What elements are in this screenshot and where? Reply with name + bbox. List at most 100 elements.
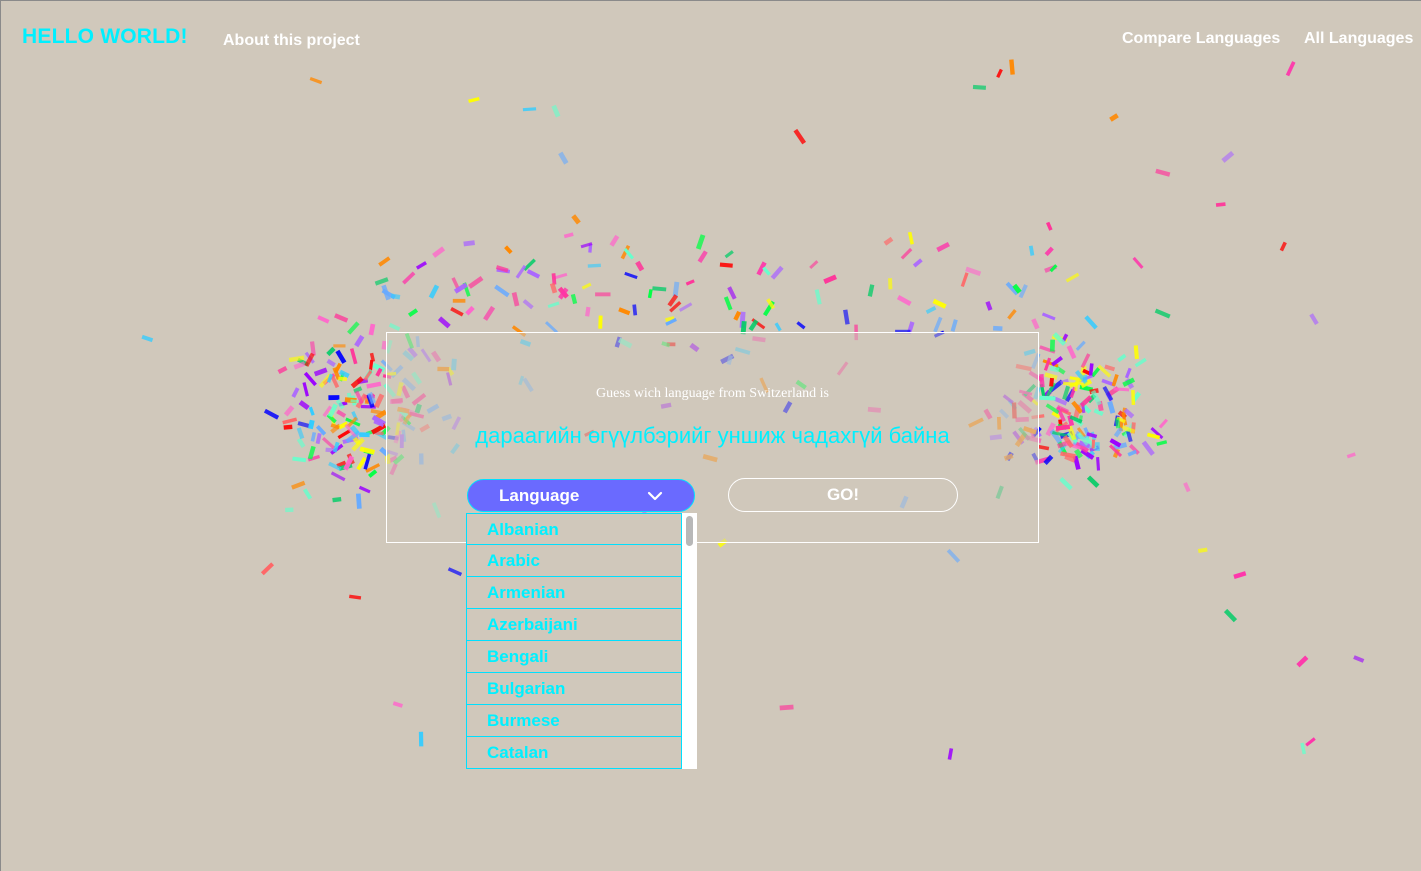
confetti-piece (1088, 363, 1094, 376)
confetti-piece (1080, 353, 1091, 369)
language-option-catalan[interactable]: Catalan (466, 737, 682, 769)
language-option-arabic[interactable]: Arabic (466, 545, 682, 577)
confetti-piece (332, 496, 342, 503)
chevron-down-icon (647, 491, 663, 501)
language-option-albanian[interactable]: Albanian (466, 513, 682, 545)
confetti-piece (338, 421, 349, 430)
confetti-piece (1049, 365, 1060, 373)
confetti-piece (522, 299, 534, 310)
confetti-piece (665, 316, 675, 322)
confetti-piece (623, 247, 635, 260)
confetti-piece (1069, 386, 1077, 399)
confetti-piece (563, 232, 574, 239)
scrollbar-thumb[interactable] (686, 516, 693, 546)
confetti-piece (366, 393, 375, 408)
confetti-piece (522, 107, 537, 112)
confetti-piece (553, 272, 568, 280)
confetti-piece (322, 373, 336, 386)
confetti-piece (365, 427, 381, 436)
confetti-piece (748, 319, 759, 332)
confetti-piece (1074, 434, 1090, 441)
confetti-piece (1113, 426, 1124, 438)
confetti-piece (350, 399, 359, 404)
confetti-piece (1102, 385, 1114, 402)
confetti-piece (1128, 443, 1140, 455)
nav-all-languages-link[interactable]: All Languages (1304, 30, 1413, 48)
confetti-piece (1121, 412, 1128, 426)
confetti-piece (351, 411, 359, 422)
confetti-piece (353, 386, 363, 394)
confetti-piece (381, 284, 391, 301)
brand-link[interactable]: HELLO WORLD! (22, 25, 188, 49)
confetti-piece (1132, 256, 1144, 269)
confetti-piece (547, 301, 560, 309)
confetti-piece (1079, 384, 1094, 392)
confetti-piece (327, 403, 338, 418)
nav-compare-languages-link[interactable]: Compare Languages (1122, 30, 1280, 48)
confetti-piece (338, 369, 350, 379)
confetti-piece (304, 351, 315, 364)
confetti-piece (1131, 390, 1136, 405)
confetti-piece (468, 275, 484, 289)
confetti-piece (609, 234, 620, 247)
confetti-piece (1079, 400, 1092, 414)
language-option-armenian[interactable]: Armenian (466, 577, 682, 609)
confetti-piece (325, 447, 336, 453)
confetti-piece (296, 427, 305, 440)
confetti-piece (1059, 408, 1072, 416)
confetti-piece (342, 436, 359, 445)
confetti-piece (363, 453, 372, 470)
confetti-piece (298, 400, 310, 411)
confetti-piece (1057, 424, 1067, 430)
confetti-piece (1059, 430, 1074, 439)
confetti-piece (1042, 389, 1052, 399)
language-option-bulgarian[interactable]: Bulgarian (466, 673, 682, 705)
confetti-piece (1064, 454, 1076, 463)
confetti-piece (1072, 455, 1081, 470)
go-button[interactable]: GO! (728, 478, 958, 512)
confetti-piece (526, 269, 541, 279)
confetti-piece (1156, 440, 1168, 446)
confetti-piece (695, 234, 706, 250)
confetti-piece (766, 298, 776, 310)
confetti-piece (992, 325, 1003, 331)
confetti-piece (1155, 168, 1171, 177)
confetti-piece (330, 423, 342, 434)
confetti-piece (1044, 246, 1054, 257)
confetti-piece (1085, 450, 1096, 460)
confetti-piece (337, 429, 351, 440)
confetti-piece (888, 278, 893, 290)
confetti-piece (1056, 406, 1066, 422)
language-options-list: Albanian Arabic Armenian Azerbaijani Ben… (466, 513, 682, 769)
language-select[interactable]: Language (467, 479, 695, 512)
confetti-piece (1038, 444, 1050, 451)
dropdown-scrollbar[interactable] (682, 513, 697, 769)
page: HELLO WORLD! About this project Compare … (0, 0, 1421, 871)
confetti-piece (465, 305, 475, 316)
nav-about-link[interactable]: About this project (223, 32, 360, 50)
confetti-piece (1197, 547, 1208, 553)
confetti-piece (581, 282, 592, 290)
confetti-piece (330, 423, 340, 430)
language-option-burmese[interactable]: Burmese (466, 705, 682, 737)
confetti-piece (1116, 416, 1126, 424)
confetti-piece (558, 151, 569, 165)
confetti-piece (1005, 281, 1019, 296)
confetti-piece (1353, 655, 1365, 663)
confetti-piece (494, 284, 510, 298)
confetti-piece (1101, 378, 1116, 387)
confetti-piece (1080, 402, 1086, 414)
confetti-piece (1086, 393, 1097, 404)
language-option-bengali[interactable]: Bengali (466, 641, 682, 673)
confetti-piece (292, 456, 307, 463)
confetti-piece (1083, 374, 1088, 391)
confetti-piece (1106, 386, 1120, 397)
language-option-azerbaijani[interactable]: Azerbaijani (466, 609, 682, 641)
confetti-piece (370, 408, 385, 416)
confetti-piece (762, 300, 775, 317)
confetti-piece (402, 271, 416, 285)
confetti-piece (365, 393, 376, 404)
confetti-piece (1045, 422, 1056, 437)
confetti-piece (346, 453, 355, 465)
confetti-piece (297, 357, 309, 367)
